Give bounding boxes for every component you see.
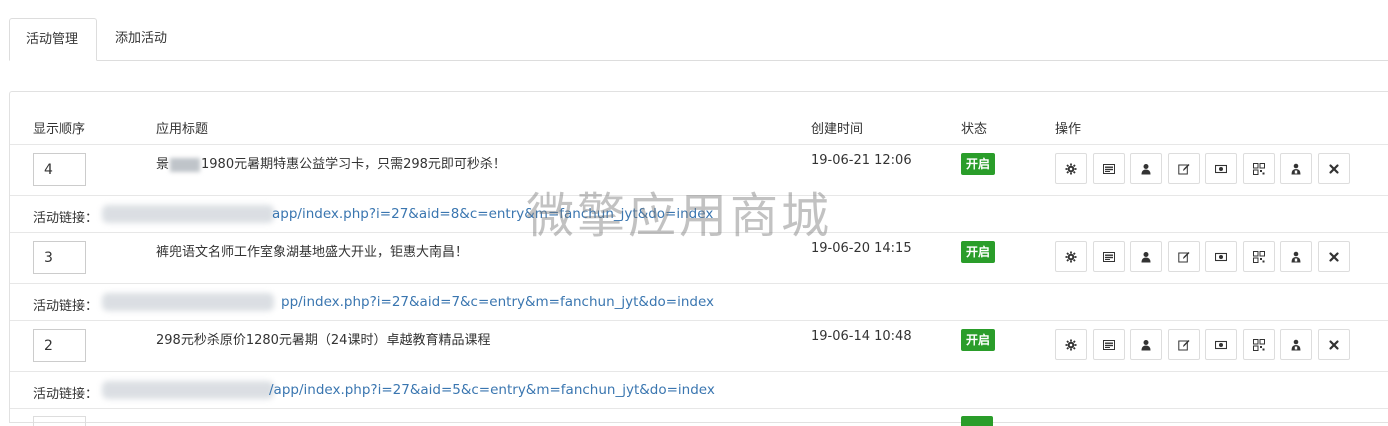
user-button[interactable] [1130,329,1162,360]
activity-link[interactable]: app/index.php?i=27&aid=8&c=entry&m=fanch… [272,206,713,222]
gear-button[interactable] [1055,241,1087,272]
link-label: 活动链接： [33,299,99,314]
link-row: 活动链接： pp/index.php?i=27&aid=7&c=entry&m=… [10,284,1388,321]
edit-button[interactable] [1167,329,1200,360]
user-badge-button[interactable] [1280,153,1312,184]
qrcode-icon [1252,338,1265,351]
header-order: 显示顺序 [33,122,86,137]
status-badge[interactable]: 开启 [961,153,996,175]
gear-icon [1065,251,1077,263]
table-row: 景 1980元暑期特惠公益学习卡，只需298元即可秒杀！ 19-06-21 12:… [10,145,1388,233]
order-input-partial [33,416,86,426]
status-badge-partial [961,416,993,426]
edit-icon [1177,339,1190,351]
tab-bar: 活动管理 添加活动 [9,18,1388,61]
created-time: 19-06-14 10:48 [811,329,912,344]
list-icon [1102,251,1115,263]
close-icon [1328,163,1340,175]
activity-link[interactable]: /app/index.php?i=27&aid=5&c=entry&m=fanc… [269,382,715,398]
blurred-domain [102,293,274,311]
partial-next-row [10,416,1388,426]
link-label: 活动链接： [33,387,99,402]
close-button[interactable] [1317,153,1350,184]
close-icon [1328,251,1340,263]
header-actions: 操作 [1055,122,1082,137]
gear-icon [1065,339,1077,351]
blurred-domain [102,205,274,223]
list-icon [1102,339,1115,351]
link-label: 活动链接： [33,211,99,226]
link-row: 活动链接： /app/index.php?i=27&aid=5&c=entry&… [10,372,1388,409]
close-button[interactable] [1317,241,1350,272]
user-badge-button[interactable] [1280,241,1312,272]
table-row: 裤兜语文名师工作室象湖基地盛大开业，钜惠大南昌！ 19-06-20 14:15 … [10,233,1388,321]
edit-button[interactable] [1167,153,1200,184]
title-prefix: 景 [156,157,170,172]
money-button[interactable] [1205,153,1237,184]
money-button[interactable] [1205,329,1237,360]
status-badge[interactable]: 开启 [961,329,996,351]
qrcode-icon [1252,250,1265,263]
user-badge-icon [1290,251,1302,263]
edit-icon [1177,251,1190,263]
list-icon [1102,163,1115,175]
qrcode-icon [1252,162,1265,175]
title-suffix: 1980元暑期特惠公益学习卡，只需298元即可秒杀！ [201,157,506,172]
header-created: 创建时间 [811,122,864,137]
list-button[interactable] [1092,153,1125,184]
tab-add-activity[interactable]: 添加活动 [99,18,183,60]
link-row: 活动链接： app/index.php?i=27&aid=8&c=entry&m… [10,196,1388,233]
qrcode-button[interactable] [1242,329,1275,360]
user-badge-button[interactable] [1280,329,1312,360]
activity-title: 景 1980元暑期特惠公益学习卡，只需298元即可秒杀！ [156,153,506,172]
created-time: 19-06-21 12:06 [811,153,912,168]
user-icon [1140,163,1152,175]
money-button[interactable] [1205,241,1237,272]
activity-table-panel: 显示顺序 应用标题 创建时间 状态 操作 景 1980元暑期特惠公益学习卡，只需2… [9,91,1388,426]
user-button[interactable] [1130,153,1162,184]
gear-button[interactable] [1055,329,1087,360]
list-button[interactable] [1092,329,1125,360]
edit-button[interactable] [1167,241,1200,272]
gear-icon [1065,163,1077,175]
qrcode-button[interactable] [1242,153,1275,184]
list-button[interactable] [1092,241,1125,272]
order-input[interactable] [33,241,86,274]
money-icon [1215,163,1227,175]
activity-title: 298元秒杀原价1280元暑期（24课时）卓越教育精品课程 [156,333,491,348]
close-button[interactable] [1317,329,1350,360]
tab-activity-management[interactable]: 活动管理 [9,18,97,61]
row-main: 298元秒杀原价1280元暑期（24课时）卓越教育精品课程 19-06-14 1… [10,321,1388,372]
blurred-text [170,157,201,172]
order-input[interactable] [33,153,86,186]
activity-title: 裤兜语文名师工作室象湖基地盛大开业，钜惠大南昌！ [156,245,469,260]
edit-icon [1177,163,1190,175]
activity-link[interactable]: pp/index.php?i=27&aid=7&c=entry&m=fanchu… [281,294,714,310]
user-badge-icon [1290,339,1302,351]
row-main: 裤兜语文名师工作室象湖基地盛大开业，钜惠大南昌！ 19-06-20 14:15 … [10,233,1388,284]
close-icon [1328,339,1340,351]
blurred-domain [102,381,274,399]
user-icon [1140,339,1152,351]
user-button[interactable] [1130,241,1162,272]
qrcode-button[interactable] [1242,241,1275,272]
created-time: 19-06-20 14:15 [811,241,912,256]
money-icon [1215,339,1227,351]
table-row: 298元秒杀原价1280元暑期（24课时）卓越教育精品课程 19-06-14 1… [10,321,1388,409]
header-title: 应用标题 [156,122,209,137]
status-badge[interactable]: 开启 [961,241,996,263]
user-badge-icon [1290,163,1302,175]
money-icon [1215,251,1227,263]
header-status: 状态 [961,122,988,137]
order-input[interactable] [33,329,86,362]
gear-button[interactable] [1055,153,1087,184]
row-main: 景 1980元暑期特惠公益学习卡，只需298元即可秒杀！ 19-06-21 12:… [10,145,1388,196]
table-header: 显示顺序 应用标题 创建时间 状态 操作 [10,106,1388,145]
user-icon [1140,251,1152,263]
